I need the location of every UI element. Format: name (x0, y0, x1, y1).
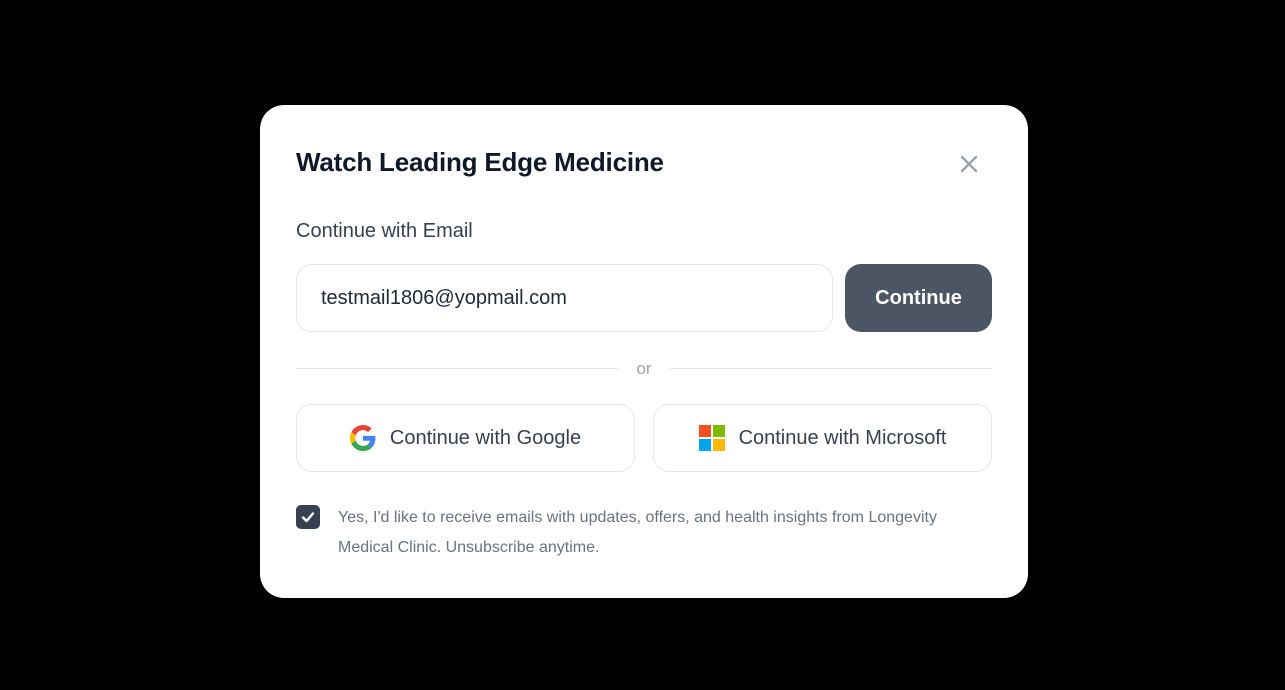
continue-button[interactable]: Continue (845, 264, 992, 332)
signup-modal: Watch Leading Edge Medicine Continue wit… (260, 105, 1028, 598)
email-section-label: Continue with Email (296, 220, 473, 242)
consent-text: Yes, I'd like to receive emails with upd… (338, 509, 937, 556)
divider-line-right (670, 368, 992, 369)
google-signin-button[interactable]: Continue with Google (296, 404, 635, 472)
consent-checkbox[interactable] (296, 505, 320, 529)
close-button[interactable] (952, 147, 986, 181)
modal-title: Watch Leading Edge Medicine (296, 147, 664, 177)
close-icon (960, 155, 978, 173)
microsoft-signin-button[interactable]: Continue with Microsoft (653, 404, 992, 472)
google-icon (349, 425, 376, 451)
divider-or-text: or (636, 359, 652, 378)
microsoft-button-label: Continue with Microsoft (738, 426, 947, 449)
or-divider: or (296, 357, 992, 381)
checkmark-icon (301, 512, 315, 523)
google-button-label: Continue with Google (389, 426, 582, 449)
email-input[interactable] (296, 264, 833, 332)
microsoft-icon (698, 425, 725, 451)
divider-line-left (296, 368, 618, 369)
